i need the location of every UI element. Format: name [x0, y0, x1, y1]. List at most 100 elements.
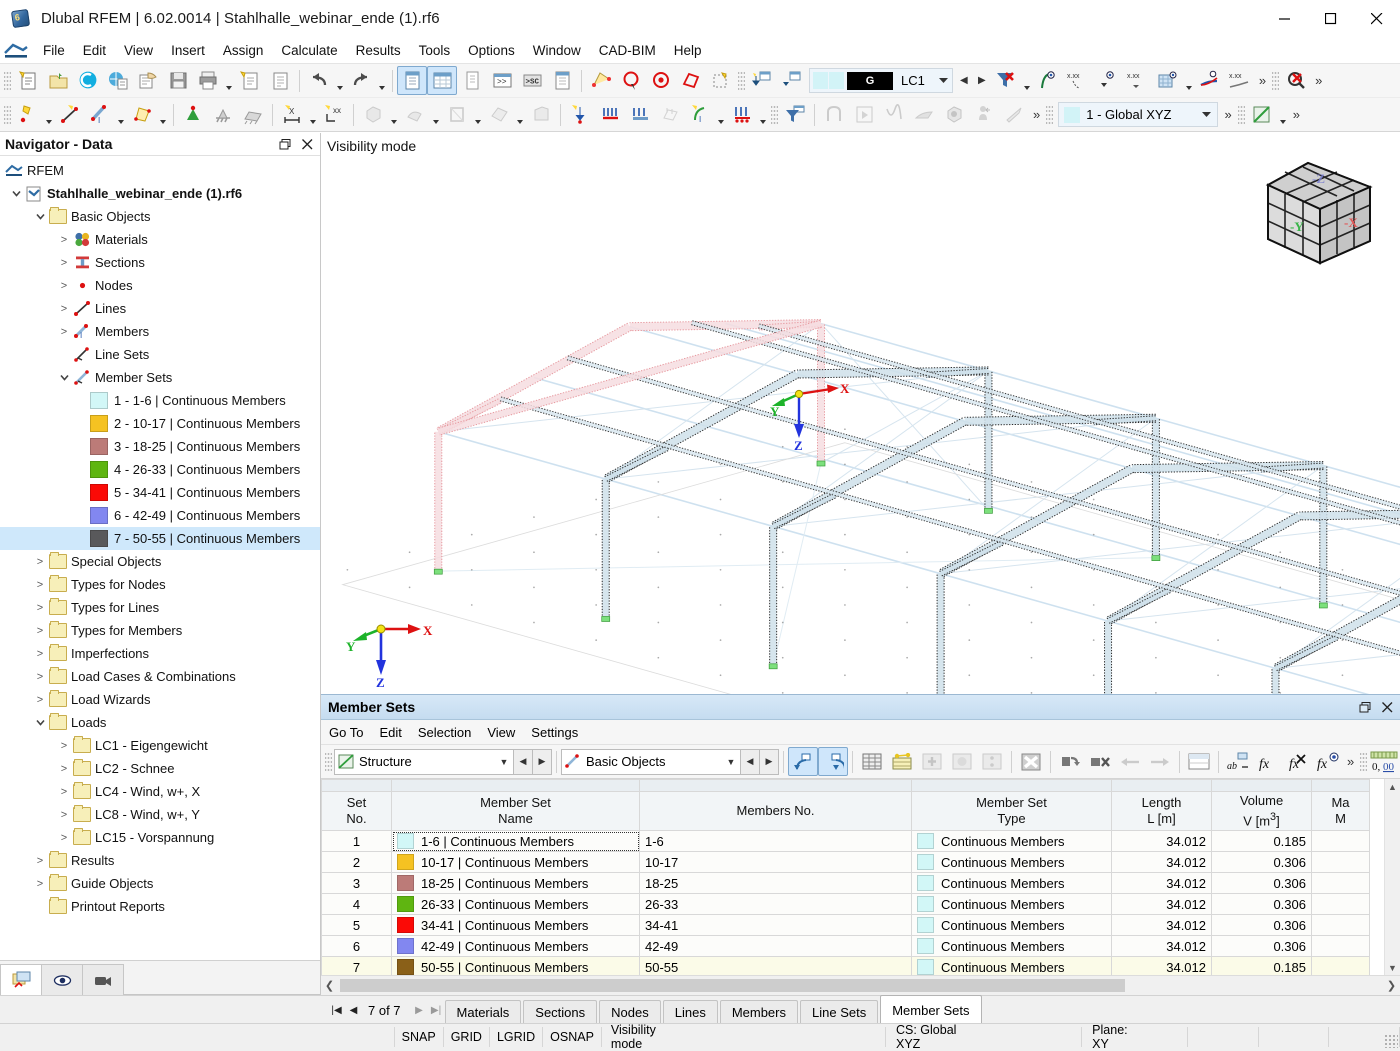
mode-shape-icon[interactable]	[879, 100, 909, 129]
tree-item-printout-reports[interactable]: Printout Reports	[0, 895, 320, 918]
tree-item-rfem[interactable]: RFEM	[0, 159, 320, 182]
scroll-right-icon[interactable]: ❯	[1383, 979, 1400, 992]
tree-item-lc4-wind-w-x[interactable]: > LC4 - Wind, w+, X	[0, 780, 320, 803]
objects-spinner[interactable]: ◀ ▶	[740, 748, 779, 775]
redo-dropdown-icon[interactable]	[376, 63, 388, 98]
expander-icon[interactable]: >	[56, 274, 72, 297]
navigator-tree[interactable]: RFEM Stahlhalle_webinar_ende (1).rf6 Bas…	[0, 156, 320, 960]
table-insert-row-icon[interactable]	[917, 747, 947, 776]
table-toolbar-overflow-icon[interactable]: »	[1343, 754, 1358, 769]
close-button[interactable]	[1354, 0, 1400, 37]
tree-item-member-sets[interactable]: Member Sets	[0, 366, 320, 389]
table-grid-icon[interactable]	[857, 747, 887, 776]
expander-icon[interactable]: >	[56, 780, 72, 803]
undo-dropdown-icon[interactable]	[334, 63, 346, 98]
structure-prev-button[interactable]: ◀	[513, 748, 533, 775]
objects-combo-dropdown-icon[interactable]: ▼	[722, 757, 740, 767]
line-load-icon[interactable]	[625, 100, 655, 129]
tree-item-lc2-schnee[interactable]: > LC2 - Schnee	[0, 757, 320, 780]
expander-icon[interactable]	[32, 205, 48, 228]
column-header-name[interactable]: Member Set Name	[391, 791, 640, 831]
tree-item-member-set[interactable]: 6 - 42-49 | Continuous Members	[0, 504, 320, 527]
show-diagram-icon[interactable]	[1195, 66, 1225, 95]
formula-icon[interactable]: fx	[1253, 747, 1283, 776]
toolbar-overflow-5-icon[interactable]: »	[1289, 107, 1304, 122]
column-header-volume[interactable]: Volume V [m3]	[1211, 791, 1312, 831]
structure-combo[interactable]: Structure ▼	[334, 748, 514, 775]
filter-clear-icon[interactable]	[991, 66, 1021, 95]
frame-view-icon[interactable]	[819, 100, 849, 129]
tree-item-member-set[interactable]: 2 - 10-17 | Continuous Members	[0, 412, 320, 435]
tree-item-load-wizards[interactable]: > Load Wizards	[0, 688, 320, 711]
show-deformation-icon[interactable]	[1033, 66, 1063, 95]
status-toggle-lgrid[interactable]: LGRID	[488, 1027, 544, 1047]
member-dropdown-icon[interactable]	[115, 97, 127, 132]
zoom-reset-icon[interactable]	[1281, 66, 1311, 95]
navigator-restore-button[interactable]	[274, 134, 296, 154]
toolbar-overflow-icon[interactable]: »	[1255, 73, 1270, 88]
model-viewport[interactable]: Visibility mode -Y -X -Z X Y Z X Y Z	[321, 133, 1400, 694]
menu-file[interactable]: File	[34, 40, 74, 61]
view-cube[interactable]: -Y -X -Z	[1260, 155, 1382, 265]
import-load-icon[interactable]	[747, 66, 777, 95]
free-load-dropdown-icon[interactable]	[715, 97, 727, 132]
table-clear-icon[interactable]	[1085, 747, 1115, 776]
new-node-icon[interactable]	[13, 100, 43, 129]
select-lasso-icon[interactable]	[616, 66, 646, 95]
table-menu-selection[interactable]: Selection	[410, 723, 479, 742]
cutting-dropdown-icon[interactable]	[514, 97, 526, 132]
table-toggle-icon[interactable]	[427, 66, 457, 95]
table-column-icon[interactable]	[977, 747, 1007, 776]
tree-item-results[interactable]: > Results	[0, 849, 320, 872]
load-case-combo[interactable]: G LC1	[809, 68, 953, 93]
toolbar-overflow-2-icon[interactable]: »	[1311, 73, 1326, 88]
cell-name[interactable]: 34-41 | Continuous Members	[391, 914, 640, 936]
menu-options[interactable]: Options	[459, 40, 524, 61]
cutting-plane-icon[interactable]	[484, 100, 514, 129]
table-row[interactable]: 3 18-25 | Continuous Members 18-25 Continuo…	[321, 872, 1370, 894]
menu-view[interactable]: View	[115, 40, 162, 61]
objects-next-button[interactable]: ▶	[759, 748, 779, 775]
tree-item-members[interactable]: > I Members	[0, 320, 320, 343]
select-poly-icon[interactable]	[676, 66, 706, 95]
menu-results[interactable]: Results	[347, 40, 410, 61]
menu-help[interactable]: Help	[665, 40, 711, 61]
doc-tab-line-sets[interactable]: Line Sets	[800, 1000, 879, 1024]
toolbar-grip-4[interactable]	[4, 103, 11, 126]
first-record-button[interactable]: |◀	[328, 997, 345, 1024]
expander-icon[interactable]: >	[56, 251, 72, 274]
tree-item-line-sets[interactable]: Line Sets	[0, 343, 320, 366]
filter-dropdown-icon[interactable]	[1021, 63, 1033, 98]
menu-edit[interactable]: Edit	[74, 40, 115, 61]
expander-icon[interactable]: >	[56, 826, 72, 849]
menu-tools[interactable]: Tools	[410, 40, 460, 61]
minimize-button[interactable]	[1262, 0, 1308, 37]
tree-item-member-set[interactable]: 3 - 18-25 | Continuous Members	[0, 435, 320, 458]
camera-position-icon[interactable]	[969, 100, 999, 129]
cs-dropdown-icon[interactable]	[1198, 104, 1215, 125]
surface-dropdown-icon[interactable]	[157, 97, 169, 132]
surface-load-icon[interactable]	[655, 100, 685, 129]
table-row[interactable]: 4 26-33 | Continuous Members 26-33 Continuo…	[321, 893, 1370, 915]
window-resize-grip[interactable]	[1384, 1034, 1398, 1048]
table-header-toggle-icon[interactable]	[1184, 747, 1214, 776]
report-icon[interactable]	[265, 66, 295, 95]
doc-tab-member-sets[interactable]: Member Sets	[880, 995, 982, 1024]
node-dropdown-icon[interactable]	[43, 97, 55, 132]
animation-icon[interactable]	[849, 100, 879, 129]
camera-icon[interactable]	[82, 964, 124, 995]
visibility-eye-icon[interactable]	[41, 964, 83, 995]
tree-item-lines[interactable]: > Lines	[0, 297, 320, 320]
table-toolbar-grip[interactable]	[325, 750, 332, 773]
cell-name[interactable]: 10-17 | Continuous Members	[391, 851, 640, 873]
load-case-dropdown-icon[interactable]	[935, 70, 952, 91]
solid-icon[interactable]	[358, 100, 388, 129]
doc-tab-sections[interactable]: Sections	[523, 1000, 598, 1024]
render-dropdown-icon[interactable]	[1183, 63, 1195, 98]
table-menu-view[interactable]: View	[479, 723, 523, 742]
hscroll-thumb[interactable]	[340, 979, 1125, 992]
table-row[interactable]: 6 42-49 | Continuous Members 42-49 Continuo…	[321, 935, 1370, 957]
tree-item-nodes[interactable]: > Nodes	[0, 274, 320, 297]
work-plane-dropdown-icon[interactable]	[1277, 97, 1289, 132]
redo-icon[interactable]	[346, 66, 376, 95]
